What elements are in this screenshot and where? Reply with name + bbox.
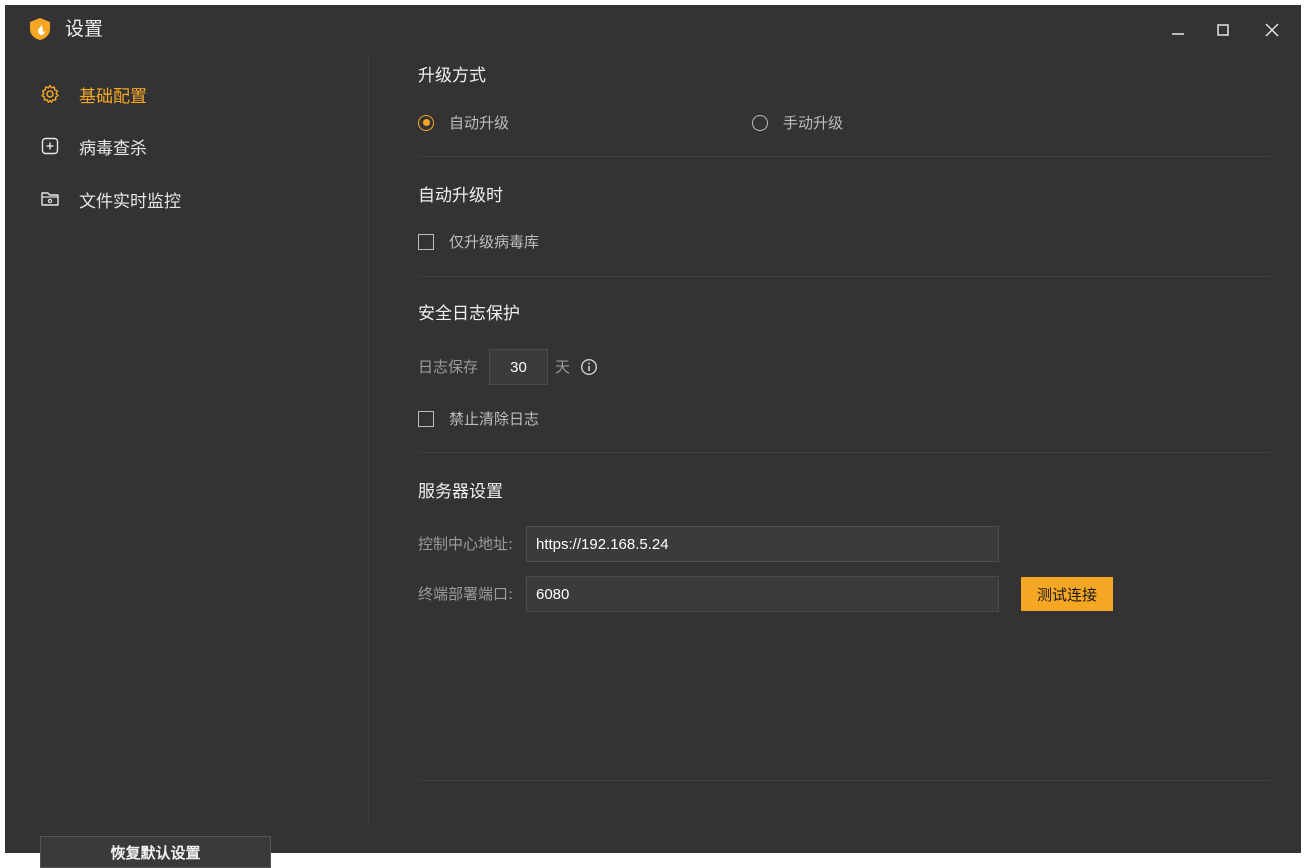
sidebar: 基础配置 病毒查杀 文件实时监控 恢复默认设置 [5,53,368,868]
reset-defaults-button[interactable]: 恢复默认设置 [40,836,271,868]
section-divider [418,156,1271,157]
checkbox-box [418,233,434,250]
log-retention-label: 日志保存 [418,358,479,376]
log-retention-input[interactable] [489,349,548,385]
radio-circle [418,114,434,131]
checkbox-label: 禁止清除日志 [449,410,540,428]
server-settings-title: 服务器设置 [418,482,503,502]
radio-circle [752,114,768,131]
section-divider [418,452,1271,453]
shield-flame-icon [29,17,51,41]
sidebar-item-label: 基础配置 [79,86,147,107]
deploy-port-input[interactable] [526,576,999,612]
radio-label: 手动升级 [783,114,844,132]
control-center-input[interactable] [526,526,999,562]
control-center-label: 控制中心地址: [418,535,514,553]
section-divider [418,276,1271,277]
deploy-port-label: 终端部署端口: [418,585,514,603]
window-title: 设置 [65,18,104,40]
sidebar-item-label: 文件实时监控 [79,191,181,212]
sidebar-item-label: 病毒查杀 [79,138,147,159]
radio-manual-upgrade[interactable]: 手动升级 [752,112,843,133]
checkbox-box [418,410,434,427]
settings-window: 设置 基础配置 病毒查杀 文件实时监控 恢复默认设置 升级方式 自动升级 手动升… [5,5,1301,868]
test-connection-button[interactable]: 测试连接 [1021,577,1113,611]
info-icon[interactable] [580,358,598,376]
auto-upgrade-title: 自动升级时 [418,186,503,206]
log-retention-unit: 天 [555,358,571,376]
log-protection-title: 安全日志保护 [418,304,520,324]
radio-label: 自动升级 [449,114,510,132]
folder-icon [40,189,60,209]
maximize-icon [1217,24,1229,36]
sidebar-item-virus-scan[interactable]: 病毒查杀 [40,131,147,161]
minimize-icon [1172,33,1184,35]
minimize-button[interactable] [1163,15,1193,45]
gear-icon [40,84,60,104]
checkbox-virus-db-only[interactable]: 仅升级病毒库 [418,231,539,252]
radio-auto-upgrade[interactable]: 自动升级 [418,112,509,133]
upgrade-mode-title: 升级方式 [418,66,486,86]
close-button[interactable] [1257,15,1287,45]
sidebar-item-basic-config[interactable]: 基础配置 [40,79,147,109]
sidebar-item-file-monitor[interactable]: 文件实时监控 [40,184,181,214]
close-icon [1265,23,1279,37]
bottom-divider [418,780,1271,781]
maximize-button[interactable] [1208,15,1238,45]
plus-box-icon [40,136,60,156]
title-bar: 设置 [5,5,1301,53]
checkbox-forbid-clear-log[interactable]: 禁止清除日志 [418,408,539,429]
sidebar-divider [368,53,369,825]
checkbox-label: 仅升级病毒库 [449,233,540,251]
